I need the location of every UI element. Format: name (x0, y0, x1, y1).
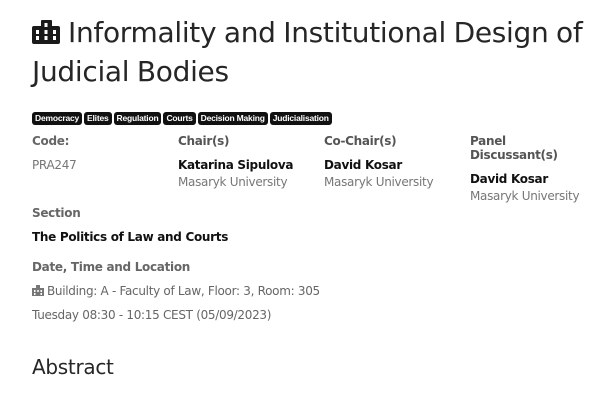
code-label: Code: (32, 134, 70, 148)
chair-column: Chair(s) Katarina Sipulova Masaryk Unive… (178, 134, 318, 189)
schedule-label: Date, Time and Location (32, 260, 191, 274)
discussant-column: Panel Discussant(s) David Kosar Masaryk … (470, 134, 597, 203)
discussant-name[interactable]: David Kosar (470, 172, 597, 186)
keyword-tags: Democracy Elites Regulation Courts Decision … (32, 106, 334, 125)
discussant-affiliation: Masaryk University (470, 189, 580, 203)
tag-elites[interactable]: Elites (84, 112, 112, 125)
cochair-name[interactable]: David Kosar (324, 158, 464, 172)
location-text: Building: A - Faculty of Law, Floor: 3, … (47, 284, 320, 298)
title-line-2: Judicial Bodies (32, 55, 229, 88)
tag-regulation[interactable]: Regulation (113, 112, 162, 125)
page-title: Informality and Institutional Design of … (32, 14, 597, 90)
datetime-text: Tuesday 08:30 - 10:15 CEST (05/09/2023) (32, 308, 272, 322)
panel-page: Informality and Institutional Design of … (32, 14, 597, 379)
abstract-heading: Abstract (32, 355, 114, 379)
section-block: Section The Politics of Law and Courts (32, 206, 228, 244)
section-label: Section (32, 206, 81, 220)
tag-judicialisation[interactable]: Judicialisation (269, 112, 332, 125)
chair-name[interactable]: Katarina Sipulova (178, 158, 318, 172)
cochair-label: Co-Chair(s) (324, 134, 397, 148)
chair-label: Chair(s) (178, 134, 230, 148)
building-icon (32, 285, 44, 296)
cochair-column: Co-Chair(s) David Kosar Masaryk Universi… (324, 134, 464, 189)
tag-decision-making[interactable]: Decision Making (197, 112, 268, 125)
section-value[interactable]: The Politics of Law and Courts (32, 230, 228, 244)
title-line-1: Informality and Institutional Design of (68, 16, 583, 49)
cochair-affiliation: Masaryk University (324, 175, 434, 189)
code-column: Code: PRA247 (32, 134, 172, 172)
building-icon (32, 16, 60, 53)
tag-courts[interactable]: Courts (163, 112, 196, 125)
schedule-block: Date, Time and Location Building: A - Fa… (32, 260, 320, 322)
chair-affiliation: Masaryk University (178, 175, 288, 189)
location-line: Building: A - Faculty of Law, Floor: 3, … (32, 284, 320, 298)
tag-democracy[interactable]: Democracy (32, 112, 83, 125)
code-value: PRA247 (32, 158, 77, 172)
discussant-label: Panel Discussant(s) (470, 134, 558, 162)
